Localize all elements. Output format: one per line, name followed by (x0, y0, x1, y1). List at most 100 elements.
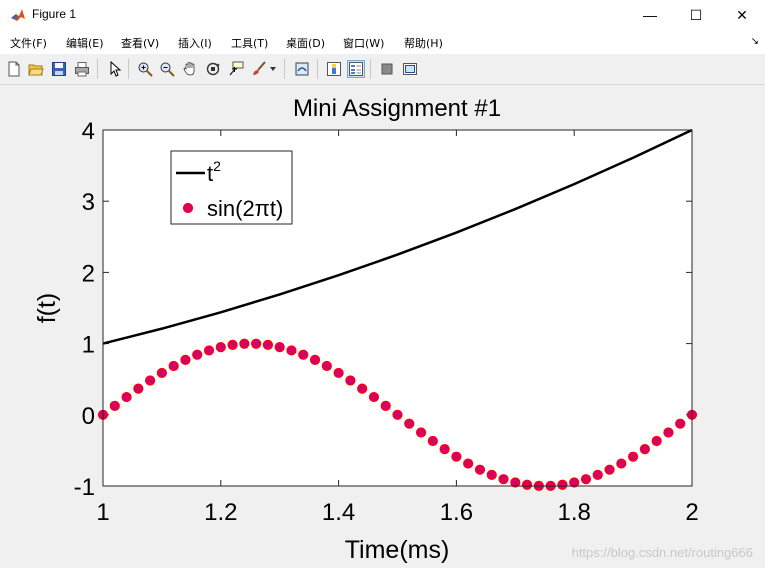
link-plot-icon[interactable] (293, 60, 311, 78)
menu-tools[interactable]: 工具(T) (231, 35, 268, 51)
colorbar-icon[interactable] (325, 60, 343, 78)
y-tick-label: 2 (82, 260, 95, 287)
y-axis-label: f(t) (33, 293, 61, 324)
maximize-icon: ☐ (689, 6, 703, 23)
sine-data-point (392, 409, 403, 420)
brush-icon[interactable] (250, 60, 268, 78)
sine-data-point (675, 418, 686, 429)
menu-overflow-icon[interactable]: ↘ (751, 36, 759, 47)
new-figure-icon[interactable] (5, 60, 23, 78)
sine-data-point (227, 339, 238, 350)
sine-data-point (404, 418, 415, 429)
x-tick-label: 2 (685, 499, 698, 526)
sine-data-point (651, 435, 662, 447)
close-icon: ✕ (736, 6, 748, 23)
figure-canvas: 1 1.2 1.4 1.6 1.8 2 -1 0 1 2 3 4 Mini Assignment #1… (4, 85, 761, 568)
sine-data-point (521, 479, 533, 490)
sine-data-point (663, 427, 674, 438)
open-file-icon[interactable] (27, 60, 45, 78)
sine-data-point (474, 464, 486, 475)
sine-data-point (345, 375, 356, 386)
sine-data-point (215, 341, 226, 353)
x-tick-label: 1 (96, 499, 109, 526)
y-tick-label: 1 (82, 332, 95, 359)
minimize-button[interactable]: — (627, 0, 673, 30)
show-plot-tools-icon[interactable] (401, 60, 419, 78)
sine-data-point (380, 400, 391, 411)
hide-plot-tools-icon[interactable] (378, 60, 396, 78)
minimize-icon: — (643, 7, 657, 23)
menu-file[interactable]: 文件(F) (10, 35, 47, 51)
save-icon[interactable] (50, 60, 68, 78)
sine-data-point (498, 474, 509, 485)
x-tick-label: 1.2 (204, 499, 237, 526)
legend-label-sine: sin(2πt) (207, 196, 283, 221)
x-tick-label: 1.8 (558, 499, 591, 526)
toolbar-separator (317, 59, 318, 79)
x-tick-label: 1.6 (440, 499, 473, 526)
toolbar-separator (370, 59, 371, 79)
sine-data-point (262, 339, 274, 350)
sine-data-point (145, 375, 156, 386)
toolbar-separator (97, 59, 98, 79)
legend-marker-swatch (182, 202, 194, 214)
close-button[interactable]: ✕ (719, 0, 765, 30)
menu-help[interactable]: 帮助(H) (404, 35, 443, 51)
sine-data-point (286, 345, 297, 356)
sine-data-point (133, 383, 144, 394)
figure-window: Figure 1 — ☐ ✕ 文件(F) 编辑(E) 查看(V) 插入(I) 工… (0, 0, 765, 568)
sine-data-point (357, 383, 368, 394)
chart-title: Mini Assignment #1 (293, 95, 501, 122)
brush-dropdown-icon[interactable] (268, 60, 278, 78)
sine-data-point (368, 391, 380, 403)
sine-data-point (639, 444, 650, 455)
sine-data-point (180, 354, 191, 366)
menu-bar: 文件(F) 编辑(E) 查看(V) 插入(I) 工具(T) 桌面(D) 窗口(W… (0, 30, 765, 54)
pointer-icon[interactable] (106, 60, 124, 78)
matlab-logo-icon (10, 7, 26, 23)
sine-data-point (616, 458, 627, 469)
toolbar-separator (284, 59, 285, 79)
menu-window[interactable]: 窗口(W) (343, 35, 384, 51)
legend-icon[interactable] (347, 60, 365, 78)
sine-data-point (321, 360, 332, 372)
sine-data-point (109, 400, 120, 411)
menu-edit[interactable]: 编辑(E) (66, 35, 104, 51)
sine-data-point (463, 458, 474, 469)
menu-desktop[interactable]: 桌面(D) (286, 35, 325, 51)
pan-hand-icon[interactable] (181, 60, 199, 78)
x-axis-label: Time(ms) (345, 536, 450, 564)
y-tick-label: 3 (82, 189, 95, 216)
menu-view[interactable]: 查看(V) (121, 35, 159, 51)
zoom-out-icon[interactable] (158, 60, 176, 78)
sine-data-point (333, 367, 344, 379)
sine-data-point (427, 435, 438, 447)
data-cursor-icon[interactable] (227, 60, 245, 78)
sine-data-point (298, 349, 309, 360)
sine-data-point (580, 474, 592, 485)
sine-data-point (121, 391, 132, 403)
legend-box[interactable]: t2 sin(2πt) (170, 150, 293, 225)
print-icon[interactable] (73, 60, 91, 78)
sine-data-point (415, 427, 427, 438)
sine-data-point (239, 338, 250, 349)
sine-data-point (251, 338, 262, 349)
sine-data-point (451, 451, 462, 462)
zoom-in-icon[interactable] (136, 60, 154, 78)
maximize-button[interactable]: ☐ (673, 0, 719, 30)
title-bar: Figure 1 — ☐ ✕ (0, 0, 765, 30)
x-tick-label: 1.4 (322, 499, 355, 526)
rotate-3d-icon[interactable] (204, 60, 222, 78)
sine-data-point (592, 469, 603, 480)
menu-insert[interactable]: 插入(I) (178, 35, 212, 51)
y-tick-label: 0 (82, 403, 95, 430)
y-tick-label: -1 (74, 474, 95, 501)
sine-data-point (439, 444, 450, 455)
sine-data-point (486, 469, 497, 480)
plot-chart[interactable]: 1 1.2 1.4 1.6 1.8 2 -1 0 1 2 3 4 Mini Assignment #1… (4, 85, 761, 568)
sine-data-point (203, 345, 215, 356)
y-tick-label: 4 (82, 118, 95, 145)
sine-data-point (274, 341, 285, 353)
sine-data-point (309, 354, 321, 366)
sine-data-point (627, 451, 639, 462)
